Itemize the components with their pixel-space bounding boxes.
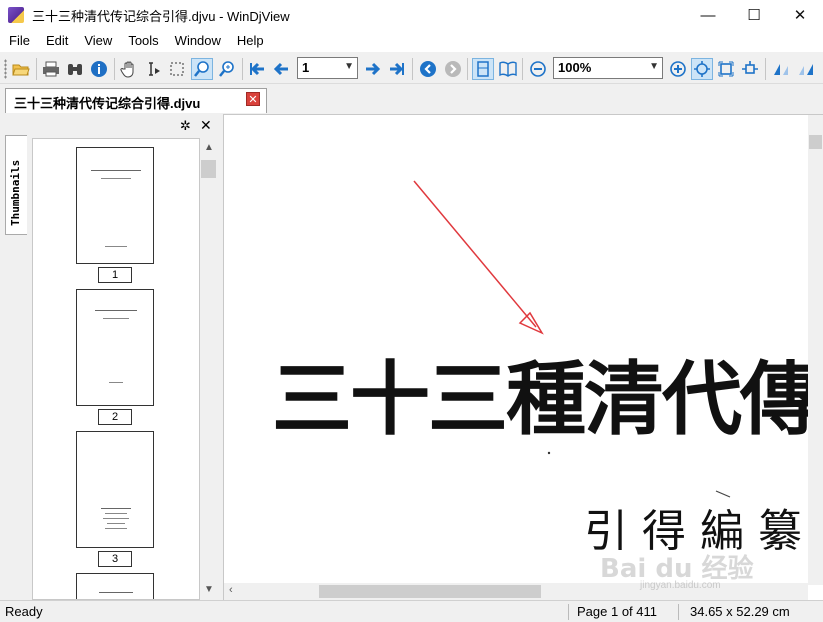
app-icon [8, 7, 24, 23]
thumbnails-tab-label: Thumbnails [9, 159, 22, 226]
zoom-icon[interactable] [216, 58, 238, 80]
thumbnail-number-1[interactable]: 1 [98, 267, 132, 283]
menu-help[interactable]: Help [228, 30, 271, 52]
scrollbar-thumb[interactable] [319, 585, 541, 598]
page-number-input[interactable]: 1 ▼ [297, 57, 358, 79]
zoom-select[interactable]: 100% ▼ [553, 57, 663, 79]
open-icon[interactable] [10, 58, 32, 80]
toolbar-separator [765, 58, 766, 80]
tab-bar: 三十三种清代传记综合引得.djvu [0, 85, 823, 113]
zoom-out-icon[interactable] [527, 58, 549, 80]
scroll-left-icon[interactable]: ‹ [229, 584, 233, 596]
facing-pages-icon[interactable] [497, 58, 519, 80]
tab-close-button[interactable]: ✕ [246, 92, 260, 106]
zoom-rect-icon[interactable] [191, 58, 213, 80]
thumbnail-page-4[interactable] [76, 573, 154, 599]
title-bar: 三十三种清代传记综合引得.djvu - WinDjView — ☐ ✕ [0, 0, 823, 30]
thumbnails-tab[interactable]: Thumbnails [5, 135, 27, 235]
menu-edit[interactable]: Edit [37, 30, 75, 52]
watermark-url: jingyan.baidu.com [640, 580, 721, 591]
prev-page-icon[interactable] [270, 58, 292, 80]
info-icon[interactable] [88, 58, 110, 80]
next-page-icon[interactable] [362, 58, 384, 80]
back-icon[interactable] [417, 58, 439, 80]
toolbar-separator [467, 58, 468, 80]
document-view[interactable]: 三十三種清代傳 引得編纂 [223, 114, 823, 600]
toolbar-separator [242, 58, 243, 80]
actual-size-icon[interactable] [739, 58, 761, 80]
toolbar-grip[interactable] [4, 59, 7, 79]
close-icon[interactable]: ✕ [200, 117, 212, 134]
status-bar: Ready Page 1 of 411 34.65 x 52.29 cm [0, 600, 823, 622]
fit-page-icon[interactable] [691, 58, 713, 80]
scrollbar-thumb[interactable] [809, 135, 822, 149]
first-page-icon[interactable] [246, 58, 268, 80]
document-page: 三十三種清代傳 引得編纂 [224, 115, 820, 585]
hand-icon[interactable] [118, 58, 140, 80]
rotate-left-icon[interactable] [770, 58, 792, 80]
toolbar-separator [36, 58, 37, 80]
zoom-value: 100% [558, 60, 592, 75]
toolbar-separator [522, 58, 523, 80]
close-button[interactable]: ✕ [777, 0, 823, 30]
chevron-down-icon[interactable]: ▼ [649, 61, 659, 72]
find-icon[interactable] [64, 58, 86, 80]
thumbnail-page-1[interactable] [76, 147, 154, 264]
text-select-icon[interactable] [142, 58, 164, 80]
thumbnail-number-2[interactable]: 2 [98, 409, 132, 425]
menu-file[interactable]: File [0, 30, 37, 52]
menu-tools[interactable]: Tools [119, 30, 165, 52]
rect-select-icon[interactable] [166, 58, 188, 80]
menu-view[interactable]: View [75, 30, 119, 52]
thumbnail-page-3[interactable] [76, 431, 154, 548]
toolbar [0, 53, 823, 84]
page-number-value: 1 [302, 60, 310, 75]
document-vertical-scrollbar[interactable] [808, 115, 823, 585]
status-page: Page 1 of 411 [577, 604, 657, 619]
gear-icon[interactable]: ✲ [180, 118, 191, 134]
thumbnail-page-2[interactable] [76, 289, 154, 406]
scrollbar-thumb[interactable] [201, 160, 216, 178]
forward-icon[interactable] [442, 58, 464, 80]
status-text: Ready [5, 604, 43, 619]
menu-bar: File Edit View Tools Window Help [0, 30, 823, 52]
status-divider [678, 604, 679, 620]
single-page-icon[interactable] [472, 58, 494, 80]
document-title-text: 三十三種清代傳 [272, 352, 820, 446]
toolbar-separator [412, 58, 413, 80]
chevron-down-icon[interactable]: ▼ [344, 61, 354, 72]
status-size: 34.65 x 52.29 cm [690, 604, 790, 619]
scroll-up-icon[interactable]: ▲ [204, 142, 214, 153]
rotate-right-icon[interactable] [795, 58, 817, 80]
document-tab[interactable]: 三十三种清代传记综合引得.djvu [5, 88, 267, 113]
toolbar-separator [114, 58, 115, 80]
last-page-icon[interactable] [386, 58, 408, 80]
thumbnails-panel: 1 2 3 [32, 138, 200, 600]
status-divider [568, 604, 569, 620]
menu-window[interactable]: Window [166, 30, 228, 52]
window-title: 三十三种清代传记综合引得.djvu - WinDjView [32, 9, 290, 24]
print-icon[interactable] [40, 58, 62, 80]
minimize-button[interactable]: — [685, 0, 731, 30]
fit-width-icon[interactable] [715, 58, 737, 80]
document-tab-label: 三十三种清代传记综合引得.djvu [14, 96, 201, 111]
maximize-button[interactable]: ☐ [731, 0, 777, 30]
thumbnail-number-3[interactable]: 3 [98, 551, 132, 567]
zoom-in-icon[interactable] [667, 58, 689, 80]
scroll-down-icon[interactable]: ▼ [204, 584, 214, 595]
thumbnails-scrollbar[interactable]: ▲ ▼ [200, 138, 217, 600]
